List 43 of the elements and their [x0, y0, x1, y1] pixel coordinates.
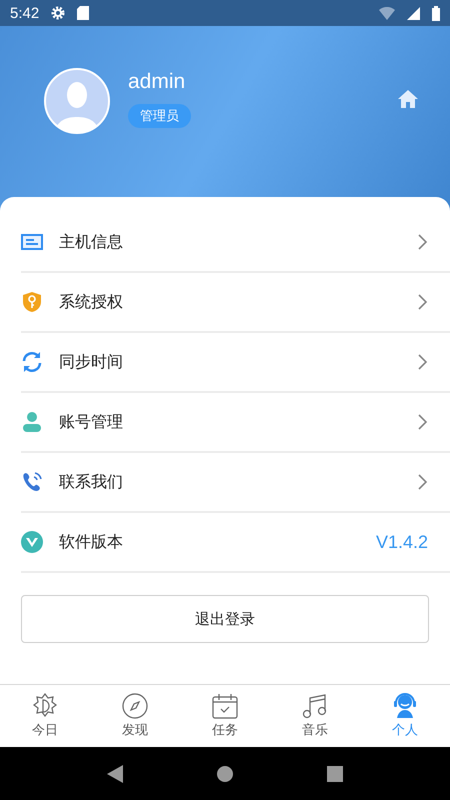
battery-icon: [432, 6, 440, 20]
back-icon[interactable]: [107, 764, 123, 782]
headphone-person-icon: [392, 693, 418, 719]
home-button-icon[interactable]: [217, 766, 233, 782]
phone-icon: [21, 471, 43, 493]
chevron-icon: [418, 414, 428, 430]
menu-label: 账号管理: [59, 412, 124, 432]
menu-row[interactable]: 同步时间: [21, 333, 450, 393]
v-logo-icon: [21, 531, 43, 553]
sun-icon: [32, 693, 58, 719]
signal-icon: [407, 6, 420, 20]
menu-row[interactable]: 系统授权: [21, 273, 450, 333]
menu-label: 主机信息: [59, 232, 124, 252]
chevron-icon: [418, 474, 428, 490]
avatar: [44, 68, 110, 134]
sd-card-icon: [77, 6, 90, 20]
chevron-icon: [418, 354, 428, 370]
menu-row[interactable]: 主机信息: [21, 213, 450, 273]
menu-label: 系统授权: [59, 292, 124, 312]
menu-label: 软件版本: [59, 532, 124, 552]
menu-label: 联系我们: [59, 472, 124, 492]
calendar-icon: [212, 693, 238, 719]
status-time: 5:42: [10, 4, 40, 22]
user-icon: [21, 411, 43, 433]
wifi-off-icon: [379, 6, 395, 20]
menu-row[interactable]: 联系我们: [21, 453, 450, 513]
menu-label: 同步时间: [59, 352, 124, 372]
version-text: V1.4.2: [376, 532, 428, 552]
menu-row[interactable]: 软件版本 V1.4.2: [21, 513, 450, 573]
home-icon[interactable]: [398, 90, 418, 108]
username: admin: [128, 70, 186, 94]
chevron-icon: [418, 234, 428, 250]
card-icon: [21, 233, 43, 251]
chevron-icon: [418, 294, 428, 310]
key-shield-icon: [21, 291, 43, 313]
sync-icon: [21, 351, 43, 373]
menu-row[interactable]: 账号管理: [21, 393, 450, 453]
role-badge: 管理员: [128, 104, 191, 128]
compass-icon: [122, 693, 148, 719]
recents-icon[interactable]: [327, 766, 343, 782]
music-note-icon: [302, 693, 328, 719]
settings-icon: [51, 6, 66, 20]
logout-button[interactable]: 退出登录: [21, 595, 429, 643]
